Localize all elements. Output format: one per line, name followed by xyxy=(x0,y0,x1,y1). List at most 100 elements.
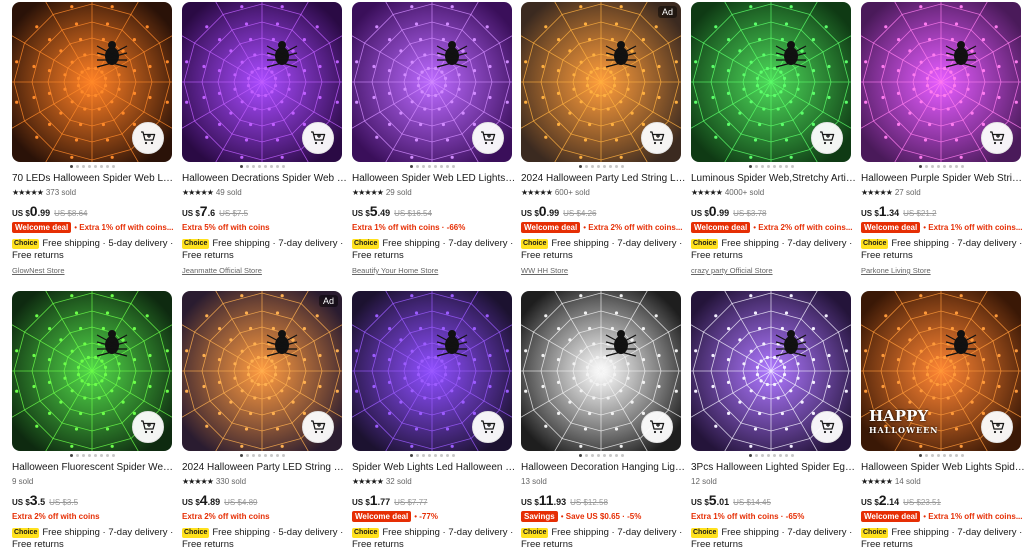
product-title[interactable]: Spider Web Lights Led Halloween D... xyxy=(352,461,517,474)
carousel-dot[interactable] xyxy=(772,165,776,168)
add-to-cart-button[interactable] xyxy=(132,122,164,154)
add-to-cart-button[interactable] xyxy=(811,411,843,443)
product-image[interactable] xyxy=(182,2,342,162)
carousel-dot[interactable] xyxy=(578,165,582,168)
carousel-dot[interactable] xyxy=(778,454,782,457)
add-to-cart-button[interactable] xyxy=(981,411,1013,443)
carousel-dot[interactable] xyxy=(281,454,285,457)
carousel-dot[interactable] xyxy=(960,165,964,168)
carousel-dot[interactable] xyxy=(954,165,958,168)
carousel-dot[interactable] xyxy=(445,165,449,168)
carousel-dot[interactable] xyxy=(772,454,776,457)
product-image[interactable] xyxy=(861,2,1021,162)
product-title[interactable]: Halloween Decrations Spider Web L... xyxy=(182,172,347,185)
carousel-dot[interactable] xyxy=(269,454,273,457)
add-to-cart-button[interactable] xyxy=(811,122,843,154)
product-image[interactable] xyxy=(521,291,681,451)
carousel-dot[interactable] xyxy=(263,165,267,168)
carousel-dot[interactable] xyxy=(754,454,758,457)
product-title[interactable]: Halloween Spider Web LED Lights O... xyxy=(352,172,517,185)
add-to-cart-button[interactable] xyxy=(302,122,334,154)
carousel-dot[interactable] xyxy=(578,454,582,457)
carousel-dot[interactable] xyxy=(918,454,922,457)
product-title[interactable]: Halloween Decoration Hanging Ligh... xyxy=(521,461,686,474)
carousel-dot[interactable] xyxy=(105,165,109,168)
product-title[interactable]: Halloween Spider Web Lights Spider... xyxy=(861,461,1024,474)
carousel-dot[interactable] xyxy=(766,165,770,168)
carousel-dot[interactable] xyxy=(760,165,764,168)
carousel-dot[interactable] xyxy=(596,165,600,168)
image-carousel-dots[interactable] xyxy=(12,454,172,459)
add-to-cart-button[interactable] xyxy=(132,411,164,443)
carousel-dot[interactable] xyxy=(614,165,618,168)
image-carousel-dots[interactable] xyxy=(352,454,512,459)
carousel-dot[interactable] xyxy=(784,165,788,168)
carousel-dot[interactable] xyxy=(75,454,79,457)
carousel-dot[interactable] xyxy=(942,454,946,457)
carousel-dot[interactable] xyxy=(620,454,624,457)
store-link[interactable]: Beautify Your Home Store xyxy=(352,266,517,276)
carousel-dot[interactable] xyxy=(942,165,946,168)
carousel-dot[interactable] xyxy=(948,165,952,168)
add-to-cart-button[interactable] xyxy=(641,411,673,443)
store-link[interactable]: GlowNest Store xyxy=(12,266,177,276)
carousel-dot[interactable] xyxy=(427,165,431,168)
carousel-dot[interactable] xyxy=(409,165,413,168)
carousel-dot[interactable] xyxy=(99,454,103,457)
carousel-dot[interactable] xyxy=(960,454,964,457)
image-carousel-dots[interactable] xyxy=(521,165,681,170)
carousel-dot[interactable] xyxy=(790,454,794,457)
carousel-dot[interactable] xyxy=(275,454,279,457)
carousel-dot[interactable] xyxy=(954,454,958,457)
carousel-dot[interactable] xyxy=(415,454,419,457)
carousel-dot[interactable] xyxy=(602,165,606,168)
product-image[interactable] xyxy=(352,291,512,451)
product-title[interactable]: Halloween Purple Spider Web String... xyxy=(861,172,1024,185)
carousel-dot[interactable] xyxy=(924,454,928,457)
carousel-dot[interactable] xyxy=(275,165,279,168)
carousel-dot[interactable] xyxy=(427,454,431,457)
carousel-dot[interactable] xyxy=(245,165,249,168)
image-carousel-dots[interactable] xyxy=(12,165,172,170)
product-title[interactable]: 2024 Halloween Party LED String Lig... xyxy=(182,461,347,474)
carousel-dot[interactable] xyxy=(760,454,764,457)
carousel-dot[interactable] xyxy=(263,454,267,457)
carousel-dot[interactable] xyxy=(590,165,594,168)
add-to-cart-button[interactable] xyxy=(472,411,504,443)
carousel-dot[interactable] xyxy=(409,454,413,457)
product-title[interactable]: 3Pcs Halloween Lighted Spider Egg ... xyxy=(691,461,856,474)
product-title[interactable]: 70 LEDs Halloween Spider Web Led ... xyxy=(12,172,177,185)
product-image[interactable] xyxy=(12,291,172,451)
carousel-dot[interactable] xyxy=(415,165,419,168)
carousel-dot[interactable] xyxy=(445,454,449,457)
carousel-dot[interactable] xyxy=(93,165,97,168)
carousel-dot[interactable] xyxy=(936,454,940,457)
carousel-dot[interactable] xyxy=(590,454,594,457)
carousel-dot[interactable] xyxy=(239,165,243,168)
add-to-cart-button[interactable] xyxy=(302,411,334,443)
carousel-dot[interactable] xyxy=(257,454,261,457)
carousel-dot[interactable] xyxy=(93,454,97,457)
carousel-dot[interactable] xyxy=(105,454,109,457)
product-title[interactable]: 2024 Halloween Party Led String Lig... xyxy=(521,172,686,185)
carousel-dot[interactable] xyxy=(439,165,443,168)
add-to-cart-button[interactable] xyxy=(641,122,673,154)
carousel-dot[interactable] xyxy=(239,454,243,457)
product-image[interactable] xyxy=(691,2,851,162)
image-carousel-dots[interactable] xyxy=(691,165,851,170)
store-link[interactable]: WW HH Store xyxy=(521,266,686,276)
carousel-dot[interactable] xyxy=(784,454,788,457)
carousel-dot[interactable] xyxy=(421,454,425,457)
carousel-dot[interactable] xyxy=(281,165,285,168)
carousel-dot[interactable] xyxy=(87,165,91,168)
carousel-dot[interactable] xyxy=(433,165,437,168)
carousel-dot[interactable] xyxy=(75,165,79,168)
product-image[interactable] xyxy=(691,291,851,451)
store-link[interactable]: Parkone Living Store xyxy=(861,266,1024,276)
carousel-dot[interactable] xyxy=(433,454,437,457)
carousel-dot[interactable] xyxy=(251,165,255,168)
carousel-dot[interactable] xyxy=(930,454,934,457)
carousel-dot[interactable] xyxy=(608,165,612,168)
product-image[interactable]: Ad xyxy=(521,2,681,162)
carousel-dot[interactable] xyxy=(596,454,600,457)
